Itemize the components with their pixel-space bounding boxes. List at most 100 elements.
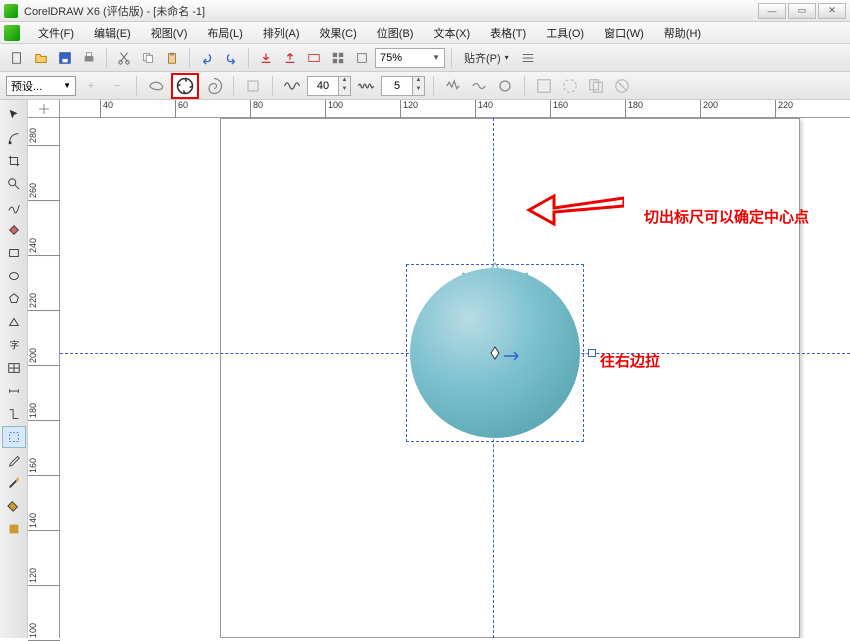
menu-edit[interactable]: 编辑(E) [84,23,141,43]
menu-tools[interactable]: 工具(O) [536,23,594,43]
zoom-tool-icon[interactable] [2,173,26,195]
eyedropper-tool-icon[interactable] [2,449,26,471]
ruler-tick: 100 [28,623,60,641]
paste-icon[interactable] [161,47,183,69]
spin-up-icon[interactable]: ▲ [338,77,350,86]
workspace: 字 40 60 80 100 120 140 160 180 200 220 2… [0,100,850,638]
outline-tool-icon[interactable] [2,472,26,494]
polygon-tool-icon[interactable] [2,288,26,310]
local-distort-icon[interactable] [494,75,516,97]
menu-effects[interactable]: 效果(C) [310,23,367,43]
menu-bitmap[interactable]: 位图(B) [367,23,424,43]
window-title: CorelDRAW X6 (评估版) - [未命名 -1] [24,3,758,19]
property-bar: 预设... ▼ + − ▲▼ ▲▼ [0,72,850,100]
menu-text[interactable]: 文本(X) [423,23,480,43]
basic-shapes-tool-icon[interactable] [2,311,26,333]
copy-properties-icon[interactable] [585,75,607,97]
separator [106,48,107,68]
snap-dropdown[interactable]: 贴齐(P) ▾ [458,50,515,66]
distort-end-handle[interactable] [588,349,596,357]
zoom-select[interactable]: 75% ▼ [375,48,445,68]
distort-push-pull-icon[interactable] [145,75,167,97]
ruler-corner[interactable] [28,100,60,118]
ruler-tick: 60 [175,100,188,118]
new-icon[interactable] [6,47,28,69]
open-icon[interactable] [30,47,52,69]
clear-distort-icon[interactable] [559,75,581,97]
spin-down-icon[interactable]: ▼ [338,86,350,95]
clear-effect-icon[interactable] [611,75,633,97]
smart-fill-tool-icon[interactable] [2,219,26,241]
amplitude-input[interactable] [308,80,338,92]
preset-dropdown[interactable]: 预设... ▼ [6,76,76,96]
interactive-distort-tool-icon[interactable] [2,426,26,448]
frequency-icon [355,75,377,97]
distort-twister-icon[interactable] [203,75,225,97]
print-icon[interactable] [78,47,100,69]
cut-icon[interactable] [113,47,135,69]
menu-layout[interactable]: 布局(L) [197,23,252,43]
menu-window[interactable]: 窗口(W) [594,23,654,43]
welcome-icon[interactable] [351,47,373,69]
ruler-horizontal[interactable]: 40 60 80 100 120 140 160 180 200 220 [60,100,850,118]
ruler-tick: 220 [775,100,793,118]
table-tool-icon[interactable] [2,357,26,379]
canvas[interactable]: 切出标尺可以确定中心点 往右边拉 [60,118,850,638]
menu-table[interactable]: 表格(T) [480,23,536,43]
menu-arrange[interactable]: 排列(A) [253,23,310,43]
remove-preset-icon[interactable]: − [106,75,128,97]
copy-icon[interactable] [137,47,159,69]
distort-direction-handle[interactable] [504,350,524,365]
menu-help[interactable]: 帮助(H) [654,23,711,43]
crop-tool-icon[interactable] [2,150,26,172]
random-distort-icon[interactable] [442,75,464,97]
save-icon[interactable] [54,47,76,69]
center-distort-icon[interactable] [242,75,264,97]
text-tool-icon[interactable]: 字 [2,334,26,356]
options-icon[interactable] [517,47,539,69]
import-icon[interactable] [255,47,277,69]
menu-view[interactable]: 视图(V) [141,23,198,43]
frequency-spinner[interactable]: ▲▼ [381,76,425,96]
convert-curves-icon[interactable] [533,75,555,97]
app-launcher-icon[interactable] [327,47,349,69]
app-menu-icon[interactable] [4,25,20,41]
separator [272,76,273,96]
titlebar: CorelDRAW X6 (评估版) - [未命名 -1] — ▭ ✕ [0,0,850,22]
add-preset-icon[interactable]: + [80,75,102,97]
distorted-circle-shape[interactable] [410,268,580,438]
publish-icon[interactable] [303,47,325,69]
distort-zipper-icon[interactable] [171,73,199,99]
fill-tool-icon[interactable] [2,495,26,517]
minimize-button[interactable]: — [758,3,786,19]
frequency-input[interactable] [382,80,412,92]
undo-icon[interactable] [196,47,218,69]
amplitude-spinner[interactable]: ▲▼ [307,76,351,96]
ruler-tick: 40 [100,100,113,118]
connector-tool-icon[interactable] [2,403,26,425]
interactive-fill-tool-icon[interactable] [2,518,26,540]
spin-down-icon[interactable]: ▼ [412,86,424,95]
freehand-tool-icon[interactable] [2,196,26,218]
pick-tool-icon[interactable] [2,104,26,126]
ruler-tick: 200 [28,348,60,366]
maximize-button[interactable]: ▭ [788,3,816,19]
ellipse-tool-icon[interactable] [2,265,26,287]
rectangle-tool-icon[interactable] [2,242,26,264]
spin-up-icon[interactable]: ▲ [412,77,424,86]
ruler-vertical[interactable]: 280 260 240 220 200 180 160 140 120 100 [28,118,60,638]
export-icon[interactable] [279,47,301,69]
shape-tool-icon[interactable] [2,127,26,149]
annotation-text-2: 往右边拉 [600,350,660,371]
distort-center-handle[interactable] [488,346,502,360]
close-button[interactable]: ✕ [818,3,846,19]
redo-icon[interactable] [220,47,242,69]
smooth-distort-icon[interactable] [468,75,490,97]
menu-file[interactable]: 文件(F) [28,23,84,43]
ruler-tick: 240 [28,238,60,256]
dimension-tool-icon[interactable] [2,380,26,402]
separator [524,76,525,96]
ruler-tick: 140 [28,513,60,531]
separator [189,48,190,68]
ruler-tick: 280 [28,128,60,146]
